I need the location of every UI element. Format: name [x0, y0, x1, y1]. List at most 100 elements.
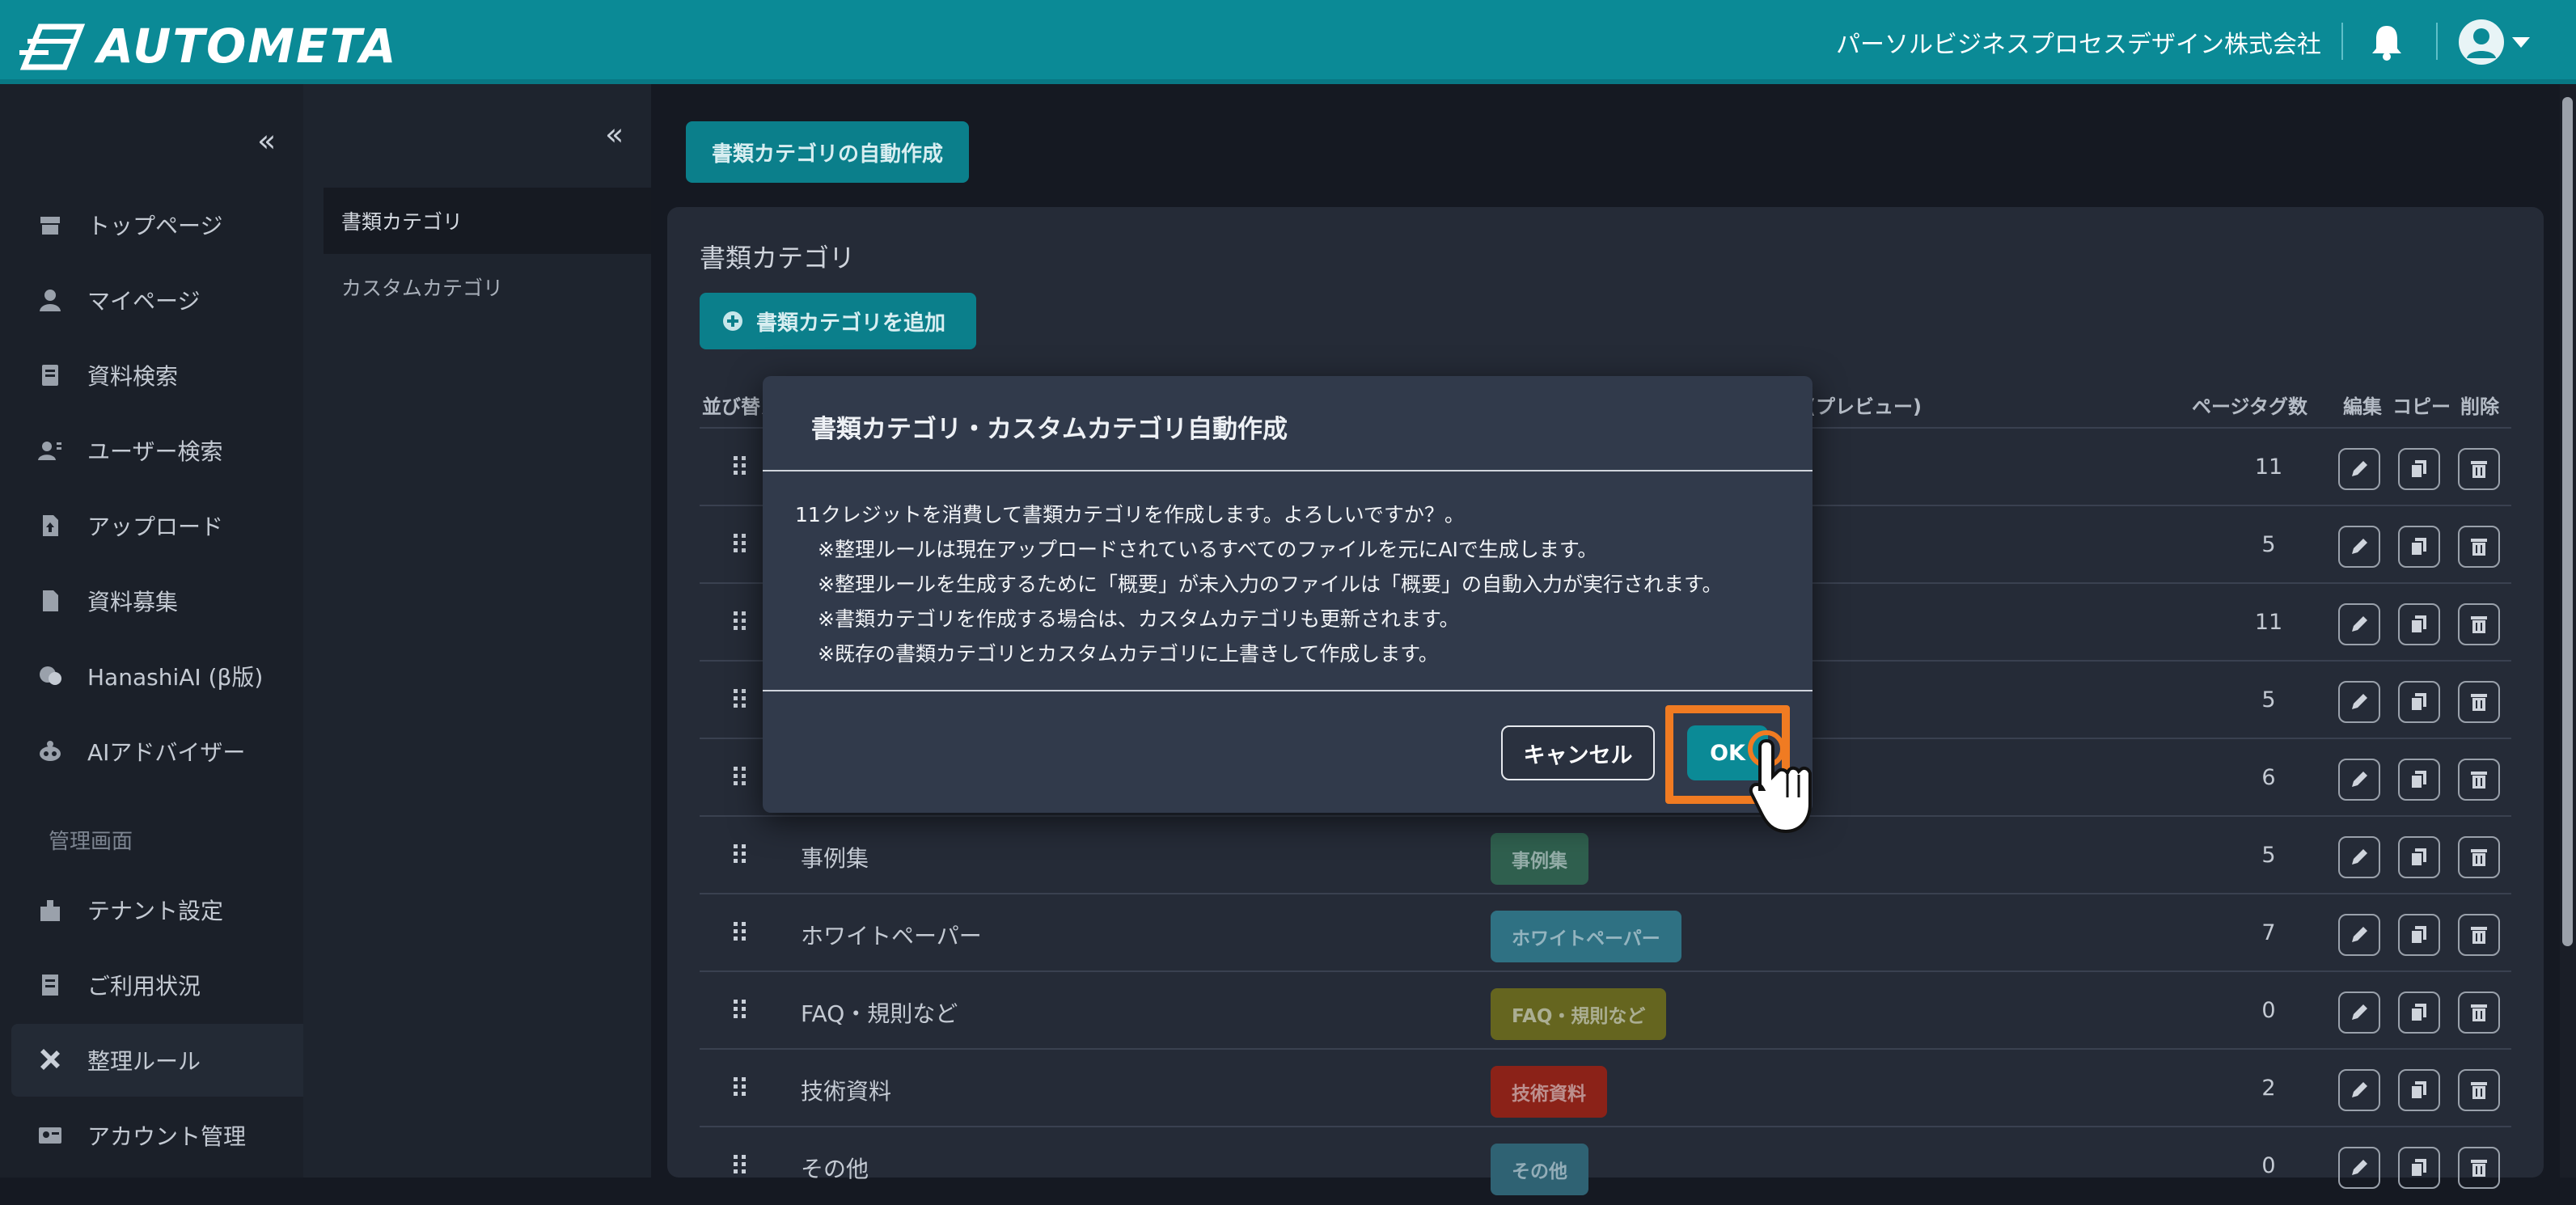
edit-button[interactable] [2338, 603, 2380, 645]
delete-button[interactable] [2458, 1069, 2500, 1111]
drag-handle-icon[interactable] [732, 765, 748, 788]
sidebar-item-label: ユーザー検索 [87, 438, 223, 465]
edit-button[interactable] [2338, 991, 2380, 1034]
trash-icon [2468, 847, 2489, 868]
scrollbar-thumb[interactable] [2562, 97, 2573, 946]
copy-button[interactable] [2398, 759, 2440, 801]
copy-icon [2409, 1080, 2430, 1101]
trash-icon [2468, 691, 2489, 712]
pencil-icon [2349, 1157, 2370, 1178]
table-row: ホワイトペーパー ホワイトペーパー 7 [700, 894, 2511, 972]
pencil-icon [2349, 459, 2370, 480]
copy-icon [2409, 769, 2430, 790]
subnav-item-custom-category[interactable]: カスタムカテゴリ [324, 254, 651, 320]
copy-icon [2409, 691, 2430, 712]
sidebar-item-mypage[interactable]: マイページ [0, 264, 303, 336]
drag-handle-icon[interactable] [732, 920, 748, 943]
category-name: FAQ・規則など [801, 1000, 958, 1027]
delete-button[interactable] [2458, 991, 2500, 1034]
edit-button[interactable] [2338, 526, 2380, 568]
copy-button[interactable] [2398, 1069, 2440, 1111]
sidebar-item-hanashiai[interactable]: HanashiAI (β版) [0, 640, 303, 712]
subnav-item-document-category[interactable]: 書類カテゴリ [324, 188, 651, 254]
copy-icon [2409, 847, 2430, 868]
app-header: AUTOMETA パーソルビジネスプロセスデザイン株式会社 [0, 0, 2576, 84]
category-tag-preview: FAQ・規則など [1491, 988, 1667, 1040]
drag-handle-icon[interactable] [732, 687, 748, 710]
avatar[interactable] [2459, 19, 2504, 65]
sidebar-item-document-search[interactable]: 資料検索 [0, 339, 303, 412]
trash-icon [2468, 614, 2489, 635]
company-name: パーソルビジネスプロセスデザイン株式会社 [1836, 31, 2321, 59]
copy-button[interactable] [2398, 836, 2440, 878]
trash-icon [2468, 536, 2489, 557]
drag-handle-icon[interactable] [732, 610, 748, 632]
bell-icon[interactable] [2368, 23, 2405, 61]
edit-button[interactable] [2338, 1147, 2380, 1189]
logo[interactable]: AUTOMETA [16, 18, 398, 74]
sidebar-item-label: 整理ルール [87, 1048, 201, 1075]
copy-button[interactable] [2398, 526, 2440, 568]
copy-button[interactable] [2398, 448, 2440, 490]
page-tag-count: 5 [2261, 843, 2276, 868]
copy-icon [2409, 536, 2430, 557]
copy-button[interactable] [2398, 681, 2440, 723]
user-avatar-icon [2467, 28, 2496, 58]
delete-button[interactable] [2458, 448, 2500, 490]
delete-button[interactable] [2458, 914, 2500, 956]
sidebar-item-upload[interactable]: アップロード [0, 489, 303, 562]
header-divider [2436, 23, 2438, 60]
copy-button[interactable] [2398, 603, 2440, 645]
edit-button[interactable] [2338, 836, 2380, 878]
sidebar-item-label: HanashiAI (β版) [87, 664, 264, 691]
delete-button[interactable] [2458, 759, 2500, 801]
copy-button[interactable] [2398, 991, 2440, 1034]
chat-icon [40, 666, 61, 685]
column-header-tag-count: ページタグ数 [2192, 395, 2308, 418]
page-tag-count: 11 [2254, 455, 2283, 480]
edit-button[interactable] [2338, 914, 2380, 956]
sidebar-item-user-search[interactable]: ユーザー検索 [0, 414, 303, 487]
plus-circle-icon [723, 311, 742, 331]
trash-icon [2468, 769, 2489, 790]
dialog-title: 書類カテゴリ・カスタムカテゴリ自動作成 [811, 415, 1288, 444]
drag-handle-icon[interactable] [732, 532, 748, 555]
sidebar-item-usage[interactable]: ご利用状況 [0, 949, 303, 1021]
edit-button[interactable] [2338, 681, 2380, 723]
copy-button[interactable] [2398, 1147, 2440, 1189]
sidebar-item-organize-rules[interactable]: 整理ルール [11, 1024, 303, 1097]
delete-button[interactable] [2458, 681, 2500, 723]
delete-button[interactable] [2458, 1147, 2500, 1189]
drag-handle-icon[interactable] [732, 998, 748, 1021]
chevron-down-icon[interactable] [2512, 37, 2530, 48]
category-name: ホワイトペーパー [801, 923, 982, 949]
pencil-icon [2349, 614, 2370, 635]
sidebar-item-tenant-settings[interactable]: テナント設定 [0, 873, 303, 946]
delete-button[interactable] [2458, 836, 2500, 878]
subnav-collapse-button[interactable]: « [605, 116, 624, 152]
trash-icon [2468, 924, 2489, 945]
edit-button[interactable] [2338, 759, 2380, 801]
sidebar-collapse-button[interactable]: « [257, 123, 276, 159]
cancel-button[interactable]: キャンセル [1501, 725, 1655, 780]
page-tag-count: 6 [2261, 765, 2276, 790]
drag-handle-icon[interactable] [732, 455, 748, 477]
sidebar-item-top[interactable]: トップページ [0, 188, 303, 261]
sidebar-item-ai-advisor[interactable]: AIアドバイザー [0, 715, 303, 788]
drag-handle-icon[interactable] [732, 1076, 748, 1098]
drag-handle-icon[interactable] [732, 1153, 748, 1176]
sidebar-item-label: アカウント管理 [87, 1123, 247, 1150]
edit-button[interactable] [2338, 448, 2380, 490]
sidebar-item-label: ご利用状況 [87, 973, 201, 1000]
drag-handle-icon[interactable] [732, 843, 748, 865]
edit-button[interactable] [2338, 1069, 2380, 1111]
add-category-button[interactable]: 書類カテゴリを追加 [700, 293, 976, 349]
delete-button[interactable] [2458, 603, 2500, 645]
copy-button[interactable] [2398, 914, 2440, 956]
dialog-line: ※既存の書類カテゴリとカスタムカテゴリに上書きして作成します。 [818, 642, 1439, 666]
sidebar-item-account[interactable]: アカウント管理 [0, 1099, 303, 1172]
admin-section-heading: 管理画面 [49, 830, 133, 854]
sidebar-item-recruit[interactable]: 資料募集 [0, 564, 303, 637]
delete-button[interactable] [2458, 526, 2500, 568]
auto-create-button[interactable]: 書類カテゴリの自動作成 [686, 121, 969, 183]
